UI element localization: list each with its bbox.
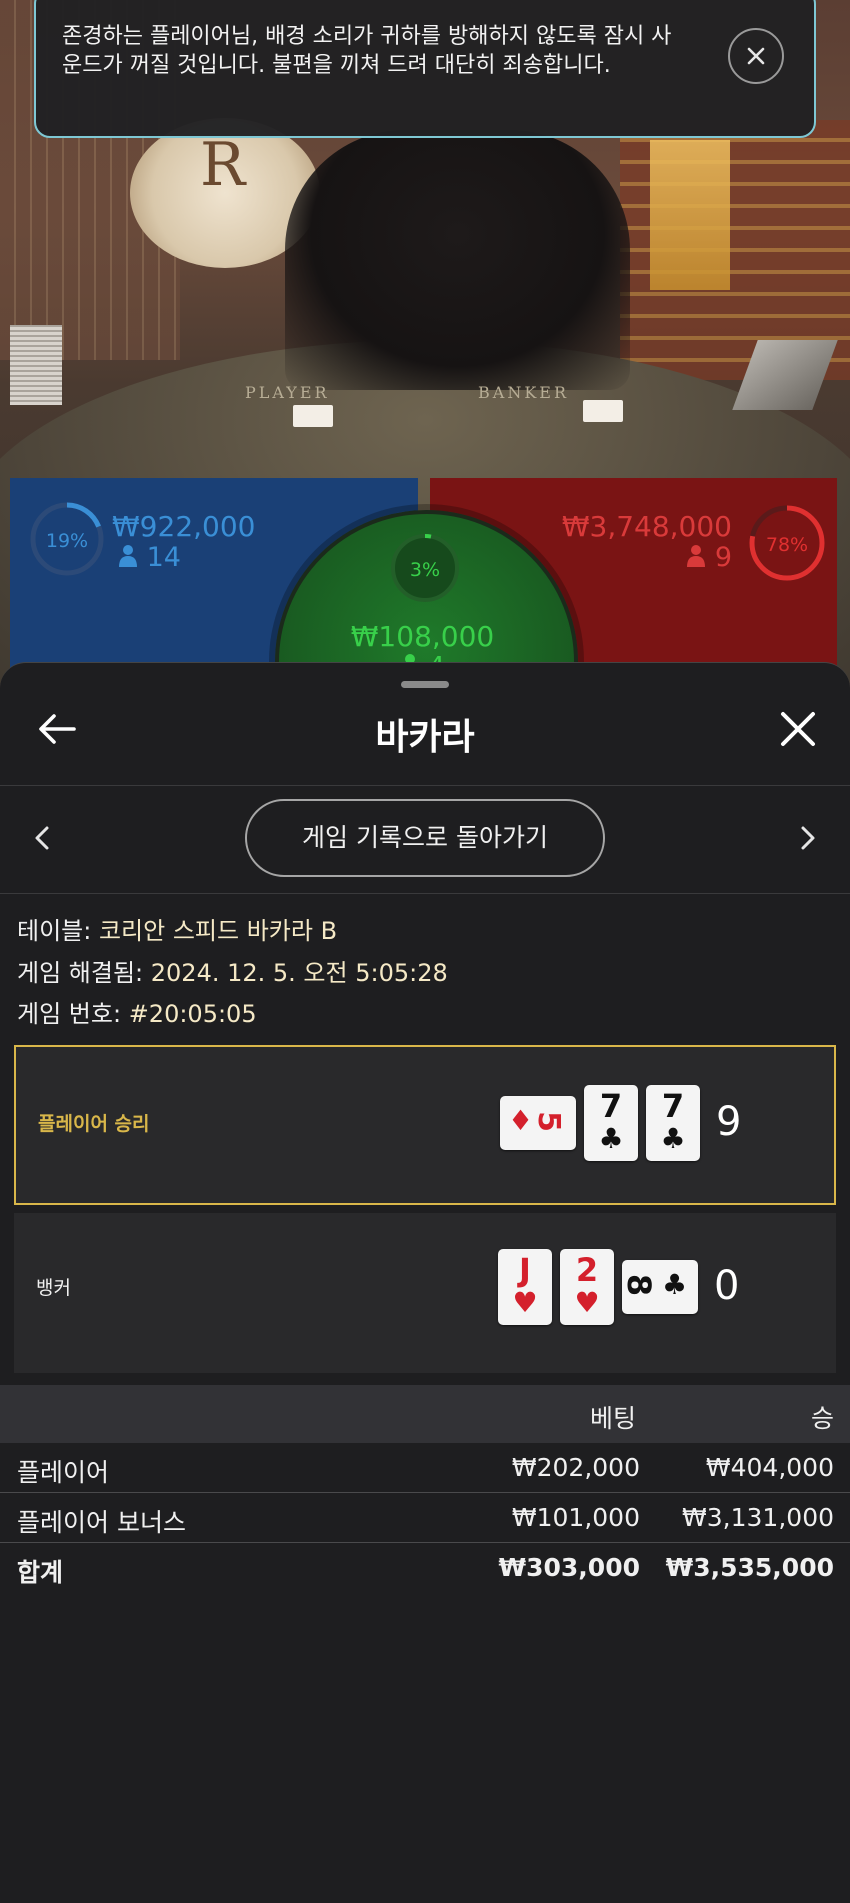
sheet-title: 바카라	[375, 717, 475, 758]
card-rank: 8	[620, 1273, 659, 1297]
notification-close-button[interactable]	[728, 28, 784, 84]
diamond-suit-icon: ♦	[508, 1104, 534, 1137]
table-label: 테이블:	[17, 917, 92, 945]
banker-percent-ring: 78%	[749, 505, 825, 581]
win-column-header: 승	[810, 1404, 834, 1433]
banker-bet-amount: ₩3,748,000	[561, 510, 732, 543]
bet-type: 플레이어 보너스	[17, 1508, 186, 1537]
table-card	[583, 400, 623, 422]
bet-amount: ₩101,000	[511, 1503, 640, 1532]
club-suit-icon: ♣	[660, 1122, 686, 1155]
dealer-figure	[285, 130, 630, 390]
resolved-label: 게임 해결됨:	[17, 959, 144, 987]
player-percent-ring: 19%	[30, 502, 104, 576]
card-rank: 7	[661, 1087, 685, 1125]
table-name-line: 테이블: 코리안 스피드 바카라 B	[17, 911, 337, 946]
playing-card: ♦ 5	[500, 1096, 576, 1150]
sound-off-notification: 존경하는 플레이어님, 배경 소리가 귀하를 방해하지 않도록 잠시 사운드가 …	[34, 0, 816, 138]
game-history-sheet: 바카라 게임 기록으로 돌아가기 테이블: 코리안 스피드 바카라 B 게임 해…	[0, 662, 850, 1903]
card-rank: J	[519, 1251, 531, 1289]
close-icon	[747, 47, 765, 65]
felt-label-player: PLAYER	[245, 383, 330, 402]
card-rank: 5	[530, 1111, 566, 1132]
previous-round-chevron-icon[interactable]	[34, 825, 50, 851]
table-value: 코리안 스피드 바카라 B	[98, 917, 338, 945]
heart-suit-icon: ♥	[574, 1286, 600, 1319]
bet-amount: ₩202,000	[511, 1453, 640, 1482]
close-icon[interactable]	[780, 711, 816, 747]
playing-card: J ♥	[498, 1249, 552, 1325]
total-label: 합계	[17, 1558, 64, 1587]
person-icon	[119, 545, 137, 567]
game-number-value: #20:05:05	[128, 1000, 257, 1028]
bet-table-header: 베팅 승	[0, 1385, 850, 1443]
table-card	[293, 405, 333, 427]
banker-percent: 78%	[766, 534, 808, 556]
resolved-time-line: 게임 해결됨: 2024. 12. 5. 오전 5:05:28	[17, 953, 448, 988]
sheet-drag-handle[interactable]	[401, 681, 449, 688]
player-bet-amount: ₩922,000	[112, 510, 256, 543]
total-bet: ₩303,000	[498, 1553, 640, 1582]
card-stack	[10, 325, 62, 405]
felt-label-banker: BANKER	[478, 383, 569, 402]
bet-column-header: 베팅	[590, 1404, 637, 1433]
tie-percent: 3%	[410, 559, 440, 581]
table-row: 플레이어 보너스 ₩101,000 ₩3,131,000	[0, 1493, 850, 1543]
banker-score: 0	[714, 1263, 740, 1309]
game-number-label: 게임 번호:	[17, 1000, 122, 1028]
banker-count: 9	[686, 542, 732, 573]
player-count: 14	[118, 542, 181, 573]
resolved-value: 2024. 12. 5. 오전 5:05:28	[150, 959, 448, 987]
banker-cards: J ♥ 2 ♥ 8 ♣	[498, 1249, 706, 1325]
heart-suit-icon: ♥	[512, 1286, 538, 1319]
tie-percent-ring: 3%	[391, 534, 459, 602]
playing-card: 2 ♥	[560, 1249, 614, 1325]
playing-card: 7 ♣	[584, 1085, 638, 1161]
table-row: 플레이어 ₩202,000 ₩404,000	[0, 1443, 850, 1493]
background-window	[650, 140, 730, 290]
banker-hand-row: 뱅커 J ♥ 2 ♥ 8 ♣ 0	[14, 1213, 836, 1373]
next-round-chevron-icon[interactable]	[800, 825, 816, 851]
total-win: ₩3,535,000	[665, 1553, 834, 1582]
game-number-line: 게임 번호: #20:05:05	[17, 994, 257, 1029]
win-amount: ₩3,131,000	[682, 1503, 834, 1532]
club-suit-icon: ♣	[598, 1122, 624, 1155]
playing-card: 8 ♣	[620, 1260, 698, 1314]
player-hand-row: 플레이어 승리 ♦ 5 7 ♣ 7 ♣ 9	[14, 1045, 836, 1205]
playing-card: 7 ♣	[646, 1085, 700, 1161]
win-amount: ₩404,000	[705, 1453, 834, 1482]
casino-logo-letter: R	[200, 130, 246, 200]
card-rank: 7	[599, 1087, 623, 1125]
divider	[0, 893, 850, 894]
club-suit-icon: ♣	[662, 1268, 688, 1301]
person-icon	[687, 545, 706, 567]
player-cards: ♦ 5 7 ♣ 7 ♣	[500, 1085, 708, 1161]
tie-bet-amount: ₩108,000	[350, 620, 495, 653]
player-hand-label: 플레이어 승리	[38, 1113, 150, 1135]
bet-type: 플레이어	[17, 1458, 110, 1487]
divider	[0, 785, 850, 786]
player-score: 9	[716, 1099, 742, 1145]
player-percent: 19%	[46, 530, 88, 552]
return-to-history-button[interactable]: 게임 기록으로 돌아가기	[245, 799, 605, 877]
banker-hand-label: 뱅커	[36, 1277, 71, 1299]
card-rank: 2	[575, 1251, 599, 1289]
table-total-row: 합계 ₩303,000 ₩3,535,000	[0, 1543, 850, 1592]
notification-message: 존경하는 플레이어님, 배경 소리가 귀하를 방해하지 않도록 잠시 사운드가 …	[62, 24, 672, 78]
